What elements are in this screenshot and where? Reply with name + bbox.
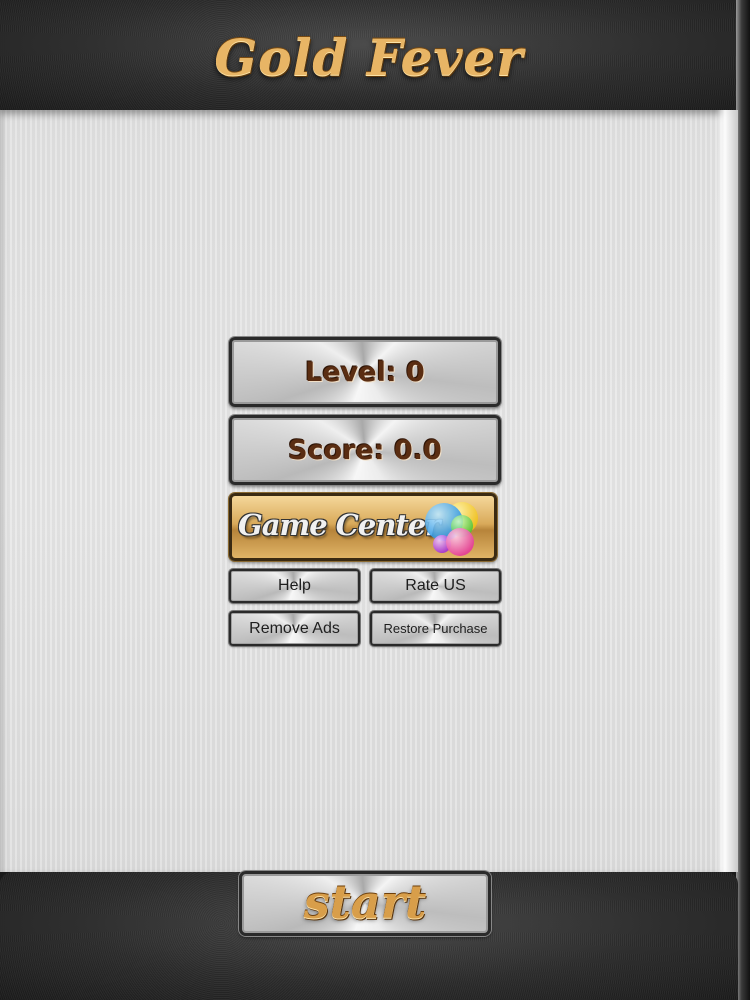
restore-purchase-button[interactable]: Restore Purchase [370,611,501,646]
level-display: Level: 0 [229,337,501,407]
rate-us-button[interactable]: Rate US [370,569,501,603]
game-center-button[interactable]: Game Center [229,493,497,561]
remove-ads-label: Remove Ads [249,619,340,637]
game-center-label: Game Center [238,508,441,542]
rate-us-label: Rate US [405,577,466,594]
right-edge-strip [736,0,750,1000]
start-button[interactable]: start [239,871,491,936]
game-center-bubbles-icon [425,502,478,556]
help-label: Help [278,577,311,594]
header-bar: Gold Fever [0,0,738,110]
restore-purchase-label: Restore Purchase [383,621,488,636]
menu-panel [0,110,738,872]
start-label: start [303,874,427,929]
help-button[interactable]: Help [229,569,360,603]
game-title: Gold Fever [214,28,524,87]
remove-ads-button[interactable]: Remove Ads [229,611,360,646]
score-display: Score: 0.0 [229,415,501,485]
level-label: Level: 0 [305,356,425,388]
score-label: Score: 0.0 [288,434,442,466]
